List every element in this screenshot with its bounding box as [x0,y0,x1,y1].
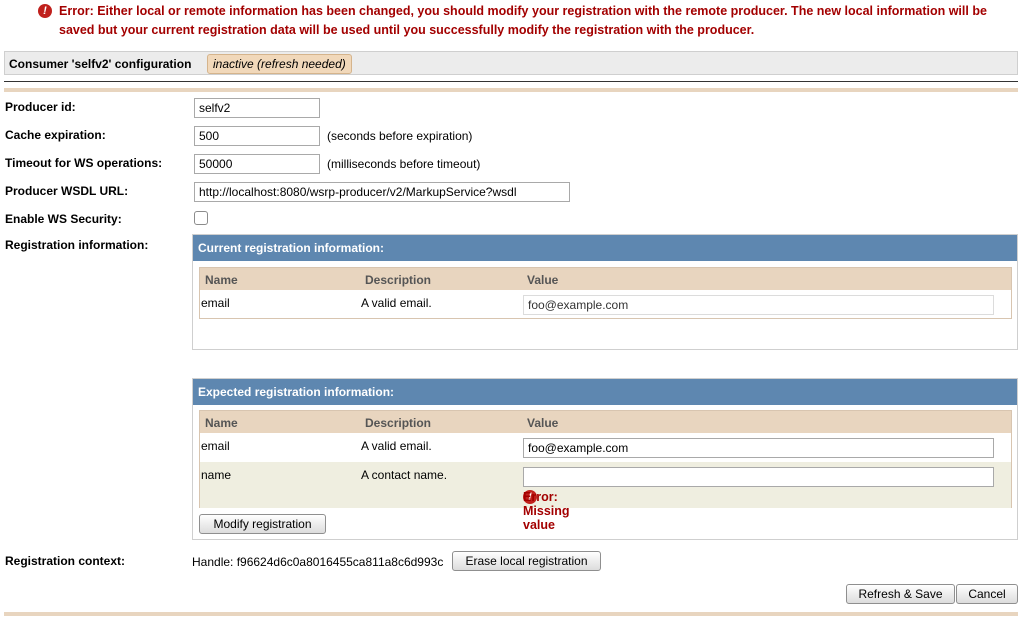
registration-handle: Handle: f96624d6c0a8016455ca811a8c6d993c [192,555,444,569]
expected-registration-table: Name Description Value email A valid ema… [199,410,1012,532]
producer-id-label: Producer id: [5,100,76,114]
column-header-name: Name [205,273,238,287]
expected-registration-title: Expected registration information: [193,379,1017,405]
wsdl-url-label: Producer WSDL URL: [5,184,129,198]
column-header-name: Name [205,416,238,430]
status-badge: inactive (refresh needed) [207,54,352,74]
current-registration-panel: Current registration information: Name D… [192,234,1018,350]
expected-registration-panel: Expected registration information: Name … [192,378,1018,540]
producer-id-input[interactable] [194,98,320,118]
expected-email-input[interactable] [523,438,994,458]
current-registration-title: Current registration information: [193,235,1017,261]
timeout-input[interactable] [194,154,320,174]
table-header: Name Description Value [200,268,1011,290]
row-name: name [201,468,232,482]
missing-value-error-text: Error: Missing value [523,490,570,532]
modify-registration-button[interactable]: Modify registration [199,514,326,534]
column-header-value: Value [527,273,559,287]
column-header-value: Value [527,416,559,430]
column-header-description: Description [365,416,432,430]
cache-expiration-hint: (seconds before expiration) [327,129,473,143]
divider [4,612,1018,616]
error-icon: ! [38,4,52,18]
timeout-hint: (milliseconds before timeout) [327,157,481,171]
ws-security-label: Enable WS Security: [5,212,122,226]
global-error-text: Error: Either local or remote informatio… [59,4,987,37]
current-email-value [523,295,994,315]
column-header-description: Description [365,273,432,287]
expected-name-input[interactable] [523,467,994,487]
ws-security-checkbox[interactable] [194,211,208,225]
registration-info-label: Registration information: [5,238,149,252]
divider [4,88,1018,92]
table-row: name A contact name. ! Error: Missing va… [200,462,1011,532]
timeout-label: Timeout for WS operations: [5,156,163,170]
row-name: email [201,439,230,453]
cache-expiration-label: Cache expiration: [5,128,106,142]
consumer-title: Consumer 'selfv2' configuration [9,57,192,71]
row-name: email [201,296,230,310]
erase-local-registration-button[interactable]: Erase local registration [452,551,601,571]
wsdl-url-input[interactable] [194,182,570,202]
row-description: A valid email. [361,439,432,453]
row-description: A contact name. [361,468,448,482]
table-row: email A valid email. [200,290,1011,319]
table-header: Name Description Value [200,411,1011,433]
row-description: A valid email. [361,296,432,310]
global-error-message: ! Error: Either local or remote informat… [38,2,998,40]
table-row: email A valid email. [200,433,1011,462]
divider [4,81,1018,82]
consumer-config-header: Consumer 'selfv2' configuration inactive… [4,51,1018,75]
cancel-button[interactable]: Cancel [956,584,1018,604]
cache-expiration-input[interactable] [194,126,320,146]
current-registration-table: Name Description Value email A valid ema… [199,267,1012,319]
refresh-save-button[interactable]: Refresh & Save [846,584,955,604]
registration-context-label: Registration context: [5,554,126,568]
